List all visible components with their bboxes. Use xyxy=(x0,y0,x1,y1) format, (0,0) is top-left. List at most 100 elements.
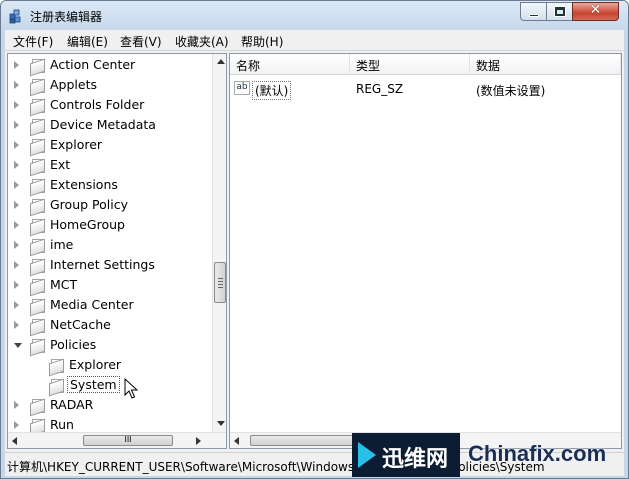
expand-arrow-icon[interactable] xyxy=(14,401,19,409)
minimize-button[interactable] xyxy=(520,2,547,21)
folder-icon xyxy=(30,79,45,93)
expand-arrow-icon[interactable] xyxy=(14,81,19,89)
list-scroll-left-icon[interactable] xyxy=(234,437,239,445)
tree-item[interactable]: Ext xyxy=(8,155,208,175)
mouse-cursor-icon xyxy=(124,378,139,399)
expand-arrow-icon[interactable] xyxy=(14,421,19,429)
column-header-data[interactable]: 数据 xyxy=(470,54,621,75)
folder-icon xyxy=(30,219,45,233)
folder-icon xyxy=(30,179,45,193)
folder-icon xyxy=(30,119,45,133)
scroll-left-icon[interactable] xyxy=(12,437,17,445)
menu-file[interactable]: 文件(F) xyxy=(13,33,53,50)
folder-icon xyxy=(30,319,45,333)
tree-item-label: NetCache xyxy=(50,317,111,332)
tree-item-label: HomeGroup xyxy=(50,217,125,232)
tree-horizontal-scroll-thumb[interactable]: III xyxy=(83,435,173,446)
registry-editor-window: 注册表编辑器 ✕ 文件(F) 编辑(E) 查看(V) 收藏夹(A) 帮助(H) … xyxy=(0,0,629,479)
scroll-down-icon[interactable] xyxy=(217,421,225,426)
tree-vertical-scrollbar[interactable] xyxy=(212,54,226,432)
tree-item[interactable]: HomeGroup xyxy=(8,215,208,235)
expand-arrow-icon[interactable] xyxy=(14,221,19,229)
tree-item-label: Policies xyxy=(50,337,97,352)
folder-icon xyxy=(49,359,64,373)
close-icon: ✕ xyxy=(589,2,602,18)
tree-item[interactable]: Explorer xyxy=(8,355,208,375)
menu-bar: 文件(F) 编辑(E) 查看(V) 收藏夹(A) 帮助(H) xyxy=(5,30,624,51)
expand-arrow-icon[interactable] xyxy=(14,281,19,289)
tree-item[interactable]: Media Center xyxy=(8,295,208,315)
tree-item-label: Extensions xyxy=(50,177,118,192)
tree-item-label: Action Center xyxy=(50,57,136,72)
window-title: 注册表编辑器 xyxy=(30,10,103,24)
folder-icon xyxy=(30,399,45,413)
folder-icon xyxy=(30,239,45,253)
menu-view[interactable]: 查看(V) xyxy=(120,33,162,50)
registry-tree[interactable]: Action Center Applets Controls Folder Devic… xyxy=(7,53,227,449)
expand-arrow-icon[interactable] xyxy=(14,321,19,329)
tree-item[interactable]: Action Center xyxy=(8,55,208,75)
tree-item-label: Group Policy xyxy=(50,197,128,212)
menu-favorites[interactable]: 收藏夹(A) xyxy=(175,33,229,50)
tree-vertical-scroll-thumb[interactable] xyxy=(214,262,226,303)
tree-item[interactable]: NetCache xyxy=(8,315,208,335)
value-name: (默认) xyxy=(252,81,292,100)
folder-icon xyxy=(30,59,45,73)
tree-item[interactable]: System xyxy=(8,375,208,395)
minimize-icon xyxy=(529,14,539,17)
watermark: 迅维网 Chinafix.com xyxy=(352,433,629,479)
expand-arrow-icon[interactable] xyxy=(14,181,19,189)
menu-edit[interactable]: 编辑(E) xyxy=(67,33,108,50)
folder-icon xyxy=(30,159,45,173)
values-list[interactable]: 名称 类型 数据 ab (默认) REG_SZ (数值未设置) xyxy=(229,53,622,449)
tree-item[interactable]: Group Policy xyxy=(8,195,208,215)
tree-item-label: MCT xyxy=(50,277,78,292)
folder-icon xyxy=(30,299,45,313)
tree-item-label: ime xyxy=(50,237,74,252)
tree-item[interactable]: Applets xyxy=(8,75,208,95)
tree-item[interactable]: Device Metadata xyxy=(8,115,208,135)
value-row-default[interactable]: ab (默认) REG_SZ (数值未设置) xyxy=(230,79,620,100)
folder-icon xyxy=(30,279,45,293)
folder-icon xyxy=(30,139,45,153)
column-header-type[interactable]: 类型 xyxy=(350,54,470,75)
scroll-right-icon[interactable] xyxy=(196,437,201,445)
arrow-logo-icon xyxy=(358,442,376,468)
expand-arrow-icon[interactable] xyxy=(14,141,19,149)
tree-item-label: Controls Folder xyxy=(50,97,145,112)
expand-arrow-icon[interactable] xyxy=(14,241,19,249)
tree-item-label: Ext xyxy=(50,157,71,172)
tree-item[interactable]: ime xyxy=(8,235,208,255)
maximize-button[interactable] xyxy=(546,2,573,21)
folder-icon xyxy=(30,259,45,273)
close-button[interactable]: ✕ xyxy=(572,2,619,21)
column-header-name[interactable]: 名称 xyxy=(230,54,350,75)
expand-arrow-icon[interactable] xyxy=(14,201,19,209)
tree-horizontal-scrollbar[interactable]: III xyxy=(8,432,226,448)
expand-arrow-icon[interactable] xyxy=(14,101,19,109)
tree-item[interactable]: RADAR xyxy=(8,395,208,415)
tree-item[interactable]: Controls Folder xyxy=(8,95,208,115)
tree-item-label: Internet Settings xyxy=(50,257,155,272)
folder-icon xyxy=(30,419,45,433)
tree-item[interactable]: Policies xyxy=(8,335,208,355)
tree-item[interactable]: Explorer xyxy=(8,135,208,155)
tree-item[interactable]: MCT xyxy=(8,275,208,295)
folder-icon xyxy=(49,379,64,393)
tree-item-label: RADAR xyxy=(50,397,94,412)
collapse-arrow-icon[interactable] xyxy=(14,343,22,348)
expand-arrow-icon[interactable] xyxy=(14,261,19,269)
expand-arrow-icon[interactable] xyxy=(14,301,19,309)
tree-item[interactable]: Internet Settings xyxy=(8,255,208,275)
watermark-cn-text: 迅维网 xyxy=(382,447,449,472)
expand-arrow-icon[interactable] xyxy=(14,61,19,69)
title-bar[interactable]: 注册表编辑器 ✕ xyxy=(1,1,628,30)
expand-arrow-icon[interactable] xyxy=(14,121,19,129)
scroll-up-icon[interactable] xyxy=(217,59,225,64)
folder-icon xyxy=(30,99,45,113)
menu-help[interactable]: 帮助(H) xyxy=(241,33,283,50)
tree-item[interactable]: Extensions xyxy=(8,175,208,195)
expand-arrow-icon[interactable] xyxy=(14,161,19,169)
tree-item-label: System xyxy=(67,376,120,393)
tree-item-label: Media Center xyxy=(50,297,134,312)
